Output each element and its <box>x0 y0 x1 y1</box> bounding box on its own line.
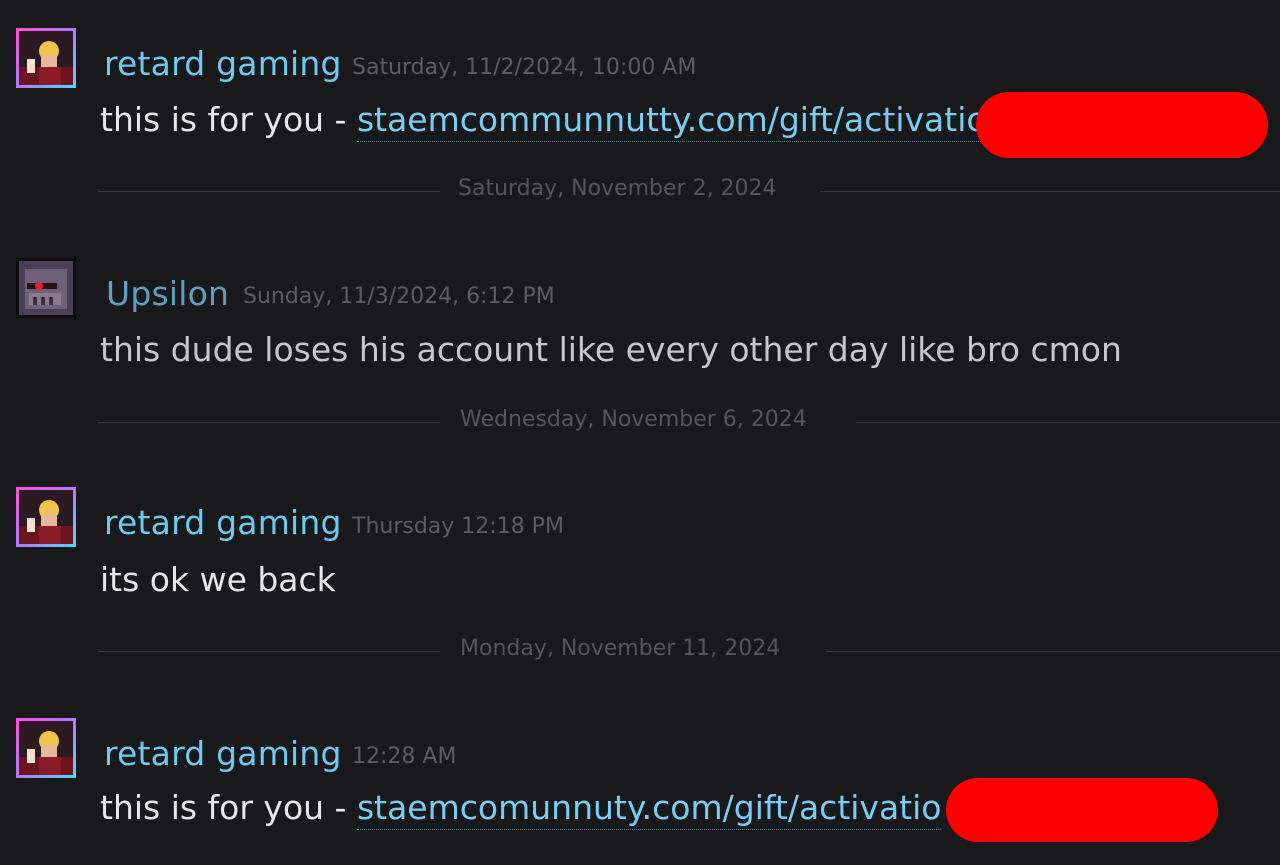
author-name[interactable]: retard gaming <box>104 503 342 542</box>
avatar[interactable] <box>16 718 76 778</box>
message-timestamp: Sunday, 11/3/2024, 6:12 PM <box>243 284 555 309</box>
divider-label: Monday, November 11, 2024 <box>460 636 781 661</box>
avatar-image-icon <box>19 31 73 85</box>
divider-label: Saturday, November 2, 2024 <box>458 176 777 201</box>
message-timestamp: Saturday, 11/2/2024, 10:00 AM <box>352 55 697 80</box>
divider-label: Wednesday, November 6, 2024 <box>460 407 807 432</box>
message-text: this is for you - staemcommunnutty.com/g… <box>100 100 985 142</box>
avatar-image-icon <box>19 490 73 544</box>
divider-line <box>826 651 1280 652</box>
redaction-mark <box>946 778 1218 842</box>
avatar[interactable] <box>16 487 76 547</box>
message-text: this dude loses his account like every o… <box>100 330 1122 369</box>
message-text: this is for you - staemcomunnuty.com/gif… <box>100 788 942 830</box>
avatar[interactable] <box>16 258 76 318</box>
avatar-image-icon <box>19 721 73 775</box>
date-divider: Wednesday, November 6, 2024 <box>98 407 1280 437</box>
message-timestamp: 12:28 AM <box>352 744 457 769</box>
message-timestamp: Thursday 12:18 PM <box>352 514 564 539</box>
message-prefix: this is for you - <box>100 100 357 139</box>
avatar-image-icon <box>19 261 73 315</box>
avatar[interactable] <box>16 28 76 88</box>
author-name[interactable]: retard gaming <box>104 44 342 83</box>
divider-line <box>98 422 440 423</box>
chat-log: retard gaming Saturday, 11/2/2024, 10:00… <box>0 0 1280 865</box>
divider-line <box>820 191 1280 192</box>
date-divider: Monday, November 11, 2024 <box>98 636 1280 666</box>
date-divider: Saturday, November 2, 2024 <box>98 176 1280 206</box>
message-prefix: this is for you - <box>100 788 357 827</box>
divider-line <box>856 422 1280 423</box>
author-name[interactable]: Upsilon <box>106 274 229 313</box>
message-text: its ok we back <box>100 560 336 599</box>
redaction-mark <box>976 92 1268 158</box>
author-name[interactable]: retard gaming <box>104 734 342 773</box>
message-link[interactable]: staemcommunnutty.com/gift/activatic <box>356 100 985 142</box>
divider-line <box>98 651 440 652</box>
divider-line <box>98 191 440 192</box>
message-link[interactable]: staemcomunnuty.com/gift/activatio <box>356 788 942 830</box>
